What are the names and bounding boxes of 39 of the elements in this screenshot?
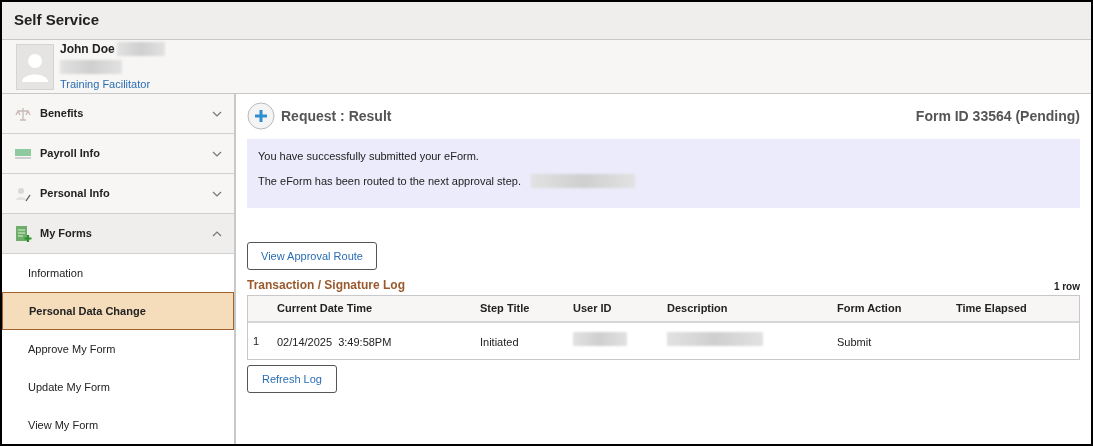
user-role-link[interactable]: Training Facilitator bbox=[60, 76, 165, 93]
column-header: Current Date Time bbox=[277, 301, 374, 317]
row-number: 1 bbox=[252, 333, 261, 349]
column-header: Form Action bbox=[837, 301, 903, 317]
form-id: Form ID 33564 (Pending) bbox=[915, 106, 1080, 126]
redacted-text bbox=[60, 60, 122, 75]
chevron-down-icon bbox=[212, 110, 222, 117]
message-text: The eForm has been routed to the next approval step. bbox=[258, 173, 521, 189]
column-header: Time Elapsed bbox=[956, 301, 1028, 317]
sidebar-section[interactable]: Payroll Info bbox=[2, 134, 234, 174]
form-add-icon bbox=[14, 224, 32, 243]
user-name: John Doe bbox=[60, 41, 115, 59]
column-header: User ID bbox=[573, 301, 613, 317]
sidebar-section[interactable]: My Forms bbox=[2, 214, 234, 254]
sidebar-section[interactable]: Personal Info bbox=[2, 174, 234, 214]
message-text: You have successfully submitted your eForm. bbox=[258, 149, 479, 164]
sidebar-section[interactable]: Benefits bbox=[2, 94, 234, 134]
chevron-down-icon bbox=[212, 190, 222, 197]
add-icon[interactable] bbox=[247, 102, 275, 130]
chevron-up-icon bbox=[212, 230, 222, 237]
sidebar-item[interactable]: Personal Data Change bbox=[2, 292, 234, 330]
table-cell: Initiated bbox=[480, 336, 519, 348]
scales-icon bbox=[14, 105, 32, 122]
avatar-icon bbox=[16, 43, 54, 90]
row-count: 1 row bbox=[1053, 280, 1080, 294]
refresh-log-button[interactable]: Refresh Log bbox=[247, 365, 337, 393]
person-pen-icon bbox=[14, 185, 32, 202]
view-approval-route-button[interactable]: View Approval Route bbox=[247, 242, 377, 270]
redacted-text bbox=[116, 42, 165, 57]
redacted-text bbox=[573, 332, 627, 346]
log-title: Transaction / Signature Log bbox=[247, 277, 406, 294]
table-cell: 02/14/2025 3:49:58PM bbox=[277, 336, 392, 348]
app-title: Self Service bbox=[14, 10, 100, 31]
chevron-down-icon bbox=[212, 150, 222, 157]
column-header: Step Title bbox=[480, 301, 531, 317]
column-header: Description bbox=[667, 301, 729, 317]
table-cell: Submit bbox=[837, 336, 872, 348]
money-icon bbox=[14, 146, 32, 161]
page-title: Request : Result bbox=[281, 106, 393, 126]
